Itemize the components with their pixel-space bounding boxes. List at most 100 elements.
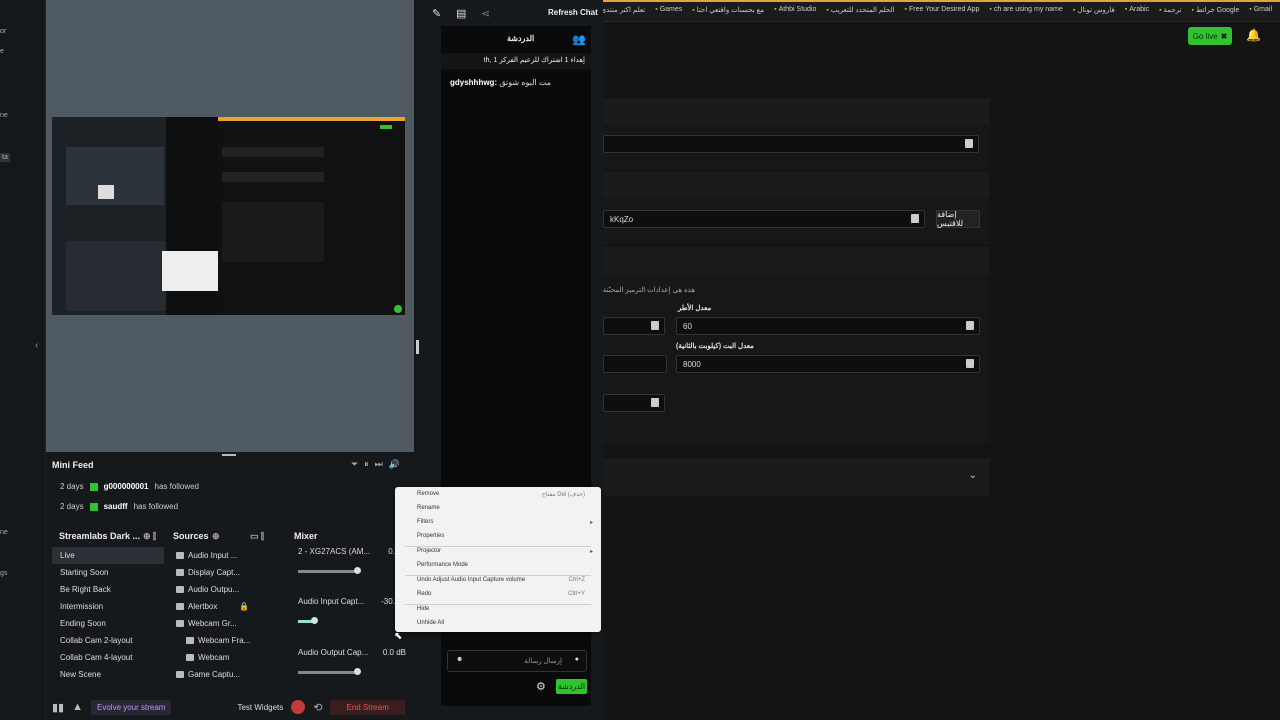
menu-item-unhide-all[interactable]: Unhide All [417, 620, 593, 630]
copy-icon[interactable] [911, 214, 919, 223]
preset-field[interactable] [603, 394, 665, 412]
menu-label: Properties [417, 533, 445, 539]
edit-icon[interactable]: ✎ [432, 7, 441, 20]
bookmark-item[interactable]: Free Your Desired App [905, 6, 979, 14]
source-item[interactable]: Audio Outpu... [170, 581, 288, 598]
menu-item-hide[interactable]: Hide [417, 606, 593, 616]
server-url-field[interactable] [603, 135, 979, 153]
scene-item[interactable]: Ending Soon [52, 615, 164, 632]
menu-label: Unhide All [417, 620, 445, 626]
source-controls-icon[interactable]: ▭ ⫿ [250, 531, 264, 542]
chat-input[interactable]: إرسال رسالة ☻ ● [447, 650, 587, 672]
menu-item-filters[interactable]: Filters ▸ [417, 519, 593, 529]
mixer-db: 0.0 dB [382, 648, 406, 657]
menu-item-undo[interactable]: Undo Adjust Audio Input Capture volume Ct… [417, 577, 593, 587]
fps-field[interactable]: 60 [676, 317, 980, 335]
add-to-list-button[interactable]: إضافة للاقتبس [936, 210, 980, 228]
source-item[interactable]: Webcam Fra... [170, 632, 288, 649]
chat-username[interactable]: gdyshhhwg: [450, 78, 497, 87]
bookmark-item[interactable]: فاروس تونال [1073, 6, 1114, 14]
bookmark-item[interactable]: Athbi Studio [774, 6, 817, 14]
scene-item[interactable]: Starting Soon [52, 564, 164, 581]
evolve-button[interactable]: Evolve your stream [91, 699, 172, 715]
scene-item[interactable]: Be Right Back [52, 581, 164, 598]
scene-item[interactable]: Live [52, 547, 164, 564]
bookmark-item[interactable]: ترجمة [1159, 6, 1182, 14]
source-label: Game Captu... [188, 670, 241, 679]
resolution-field[interactable] [603, 355, 667, 373]
scene-item[interactable]: New Scene [52, 666, 164, 683]
chat-send-button[interactable]: الدردشة [556, 679, 587, 694]
alert-icon[interactable]: ▲ [72, 701, 83, 713]
resize-handle[interactable] [416, 340, 419, 354]
source-label: Webcam Gr... [188, 619, 237, 628]
slider-knob[interactable] [354, 567, 361, 574]
source-item[interactable]: Webcam [170, 649, 288, 666]
volume-slider[interactable] [298, 668, 361, 675]
popout-icon[interactable]: ▤ [456, 7, 466, 20]
menu-item-performance-mode[interactable]: Performance Mode [417, 562, 593, 572]
copy-icon[interactable] [651, 321, 659, 330]
replay-icon[interactable]: ⟲ [313, 701, 322, 714]
record-button[interactable] [291, 700, 306, 714]
users-icon[interactable]: 👥 [572, 33, 586, 46]
encoder-field[interactable] [603, 317, 665, 335]
lock-icon[interactable]: 🔒 [239, 598, 249, 615]
bookmark-item[interactable]: Arabic [1125, 6, 1149, 14]
menu-item-properties[interactable]: Properties [417, 533, 593, 543]
test-widgets-button[interactable]: Test Widgets [237, 703, 283, 712]
slider-knob[interactable] [354, 668, 361, 675]
volume-slider[interactable] [298, 567, 361, 574]
stream-preview[interactable] [52, 117, 405, 315]
stream-key-field[interactable]: kKqZo [603, 210, 925, 228]
source-item[interactable]: Alertbox 🔒 [170, 598, 288, 615]
bitrate-field[interactable]: 8000 [676, 355, 980, 373]
copy-icon[interactable] [966, 321, 974, 330]
bookmark-item[interactable]: Games [655, 6, 683, 14]
gear-icon[interactable]: ⚙ [536, 680, 546, 693]
bookmark-item[interactable]: الحلم المتحدد للتعريب [826, 6, 895, 14]
menu-label: Filters [417, 519, 434, 525]
loading-bar [603, 0, 1280, 2]
menu-item-rename[interactable]: Rename [417, 505, 593, 515]
stats-icon[interactable]: ▮▮ [52, 701, 64, 714]
mini-feed-title: Mini Feed [52, 460, 94, 470]
refresh-chat-button[interactable]: Refresh Chat [548, 8, 598, 17]
volume-slider[interactable] [298, 617, 318, 624]
source-item[interactable]: Display Capt... [170, 564, 288, 581]
browser-window: تعلم اكتر منتدى مد Games مع بحسنات واقتع… [603, 0, 1280, 720]
bookmark-item[interactable]: تعلم اكتر منتدى مد [603, 6, 645, 14]
end-stream-button[interactable]: End Stream [330, 699, 405, 715]
source-item[interactable]: Audio Input ... [170, 547, 288, 564]
go-live-button[interactable]: Go live ✖ [1188, 27, 1232, 45]
slider-knob[interactable] [311, 617, 318, 624]
share-icon[interactable]: ⋖ [481, 7, 490, 20]
source-item[interactable]: Game Captu... [170, 666, 288, 683]
chevron-down-icon[interactable]: ⌄ [969, 470, 977, 481]
source-item[interactable]: Webcam Gr... [170, 615, 288, 632]
emoji-icon[interactable]: ☻ [456, 656, 463, 663]
menu-item-projector[interactable]: Projector ▸ [417, 548, 593, 558]
feed-controls-icon[interactable]: ⏷⏸⏭🔊 [351, 459, 406, 470]
bookmark-item[interactable]: ch are using my name [989, 6, 1063, 14]
menu-item-remove[interactable]: Remove مفتاح Del (حذف) [417, 491, 593, 501]
emote-icon[interactable]: ● [575, 656, 579, 663]
advanced-section[interactable]: ⌄ [603, 458, 989, 496]
copy-icon[interactable] [965, 139, 973, 148]
add-source-icon[interactable]: ⊕ [212, 531, 220, 542]
feed-item[interactable]: 2 days saudff has followed [60, 502, 178, 511]
bookmark-item[interactable]: مع بحسنات واقتعي احتا [692, 6, 764, 14]
copy-icon[interactable] [966, 359, 974, 368]
sidebar-fragment: ta [0, 153, 10, 162]
feed-item[interactable]: 2 days g000000001 has followed [60, 482, 199, 491]
scene-controls-icon[interactable]: ⊕ ⫿ [143, 531, 156, 542]
copy-icon[interactable] [651, 398, 659, 407]
scene-item[interactable]: Collab Cam 2-layout [52, 632, 164, 649]
scene-item[interactable]: Intermission [52, 598, 164, 615]
scene-item[interactable]: Collab Cam 4-layout [52, 649, 164, 666]
bookmark-item[interactable]: Gmail [1249, 6, 1272, 14]
collapse-arrow-icon[interactable]: ‹ [35, 340, 38, 351]
menu-item-redo[interactable]: Redo Ctrl+Y [417, 591, 593, 601]
bookmark-item[interactable]: خرائط Google [1191, 6, 1239, 14]
bell-icon[interactable]: 🔔 [1246, 28, 1261, 42]
